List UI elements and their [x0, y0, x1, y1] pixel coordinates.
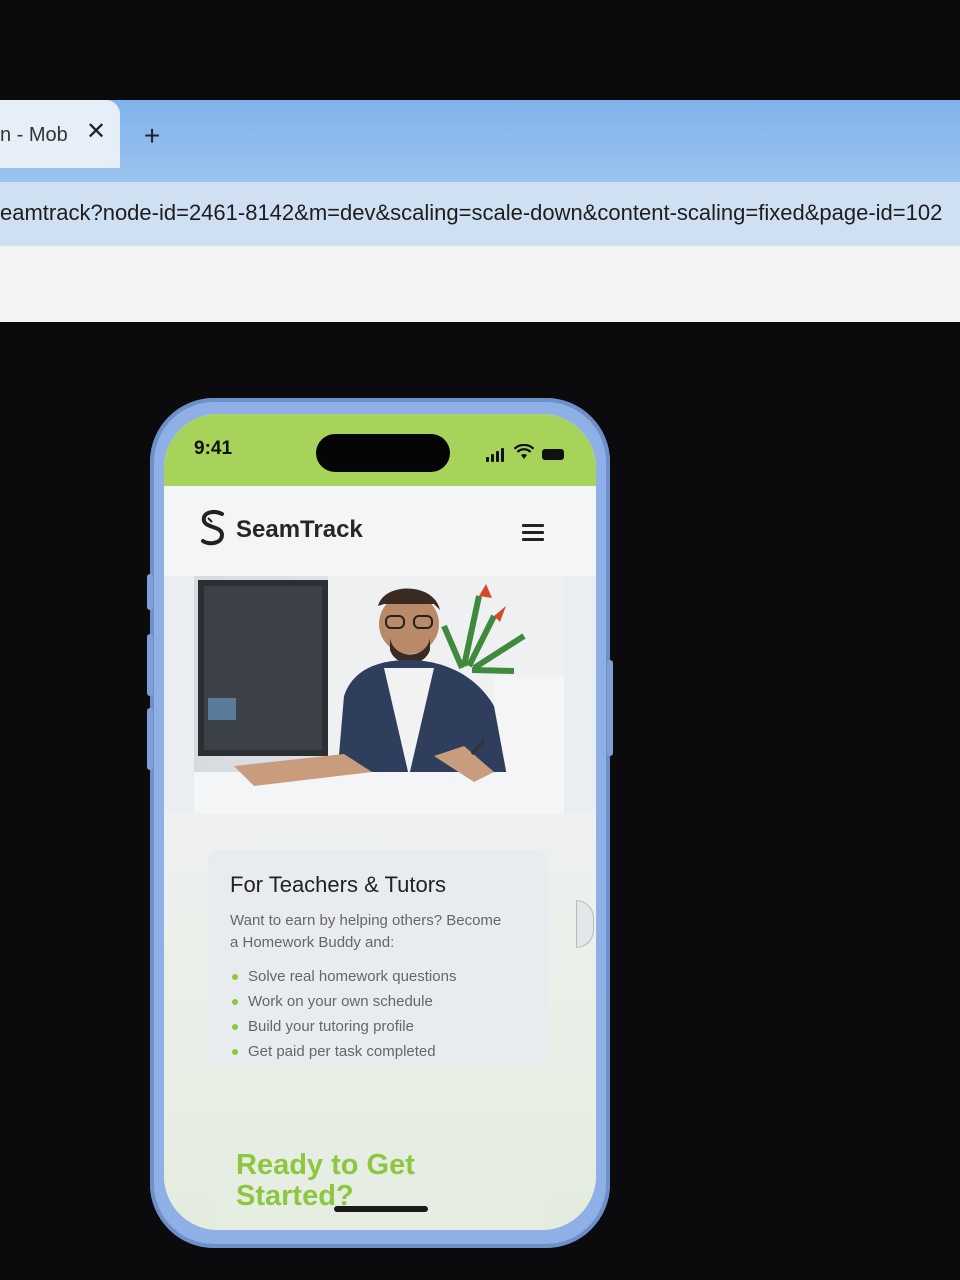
browser-tab[interactable]: n - Mob ✕	[0, 100, 120, 168]
address-bar[interactable]: eamtrack?node-id=2461-8142&m=dev&scaling…	[0, 182, 960, 246]
brand-name[interactable]: SeamTrack	[236, 516, 363, 544]
benefits-list: Solve real homework questions Work on yo…	[230, 964, 456, 1064]
list-item: Work on your own schedule	[230, 989, 456, 1014]
hero-image	[194, 576, 564, 814]
cellular-signal-icon	[486, 448, 508, 462]
phone-power-button	[607, 660, 613, 756]
dynamic-island	[316, 434, 450, 472]
battery-icon	[542, 449, 564, 460]
status-time: 9:41	[194, 438, 233, 459]
wifi-icon	[513, 443, 535, 465]
phone-screen: 9:41 SeamTrack For Teachers & Tutors Wan…	[164, 414, 596, 1230]
home-indicator[interactable]	[334, 1206, 428, 1212]
list-item: Build your tutoring profile	[230, 1014, 456, 1039]
cta-title: Ready to Get Started?	[236, 1149, 415, 1212]
phone-volume-down-button	[147, 708, 153, 770]
seamtrack-logo-icon[interactable]	[198, 508, 228, 548]
status-bar: 9:41	[164, 414, 596, 486]
new-tab-icon[interactable]: +	[138, 122, 166, 150]
hamburger-menu-icon[interactable]	[522, 524, 544, 542]
phone-side-button	[147, 574, 153, 610]
list-item: Solve real homework questions	[230, 964, 456, 989]
phone-volume-up-button	[147, 634, 153, 696]
section-intro: Want to earn by helping others? Become a…	[230, 912, 502, 951]
browser-tab-bar: n - Mob ✕ +	[0, 100, 960, 192]
tab-title: n - Mob	[0, 124, 68, 146]
site-header: SeamTrack	[164, 486, 596, 576]
close-tab-icon[interactable]: ✕	[82, 118, 110, 146]
phone-frame: 9:41 SeamTrack For Teachers & Tutors Wan…	[147, 398, 613, 1248]
bookmarks-strip	[0, 246, 960, 322]
content-section: For Teachers & Tutors Want to earn by he…	[164, 814, 596, 1230]
url-text[interactable]: eamtrack?node-id=2461-8142&m=dev&scaling…	[0, 200, 942, 226]
section-heading: For Teachers & Tutors	[230, 872, 447, 897]
list-item: Get paid per task completed	[230, 1039, 456, 1064]
